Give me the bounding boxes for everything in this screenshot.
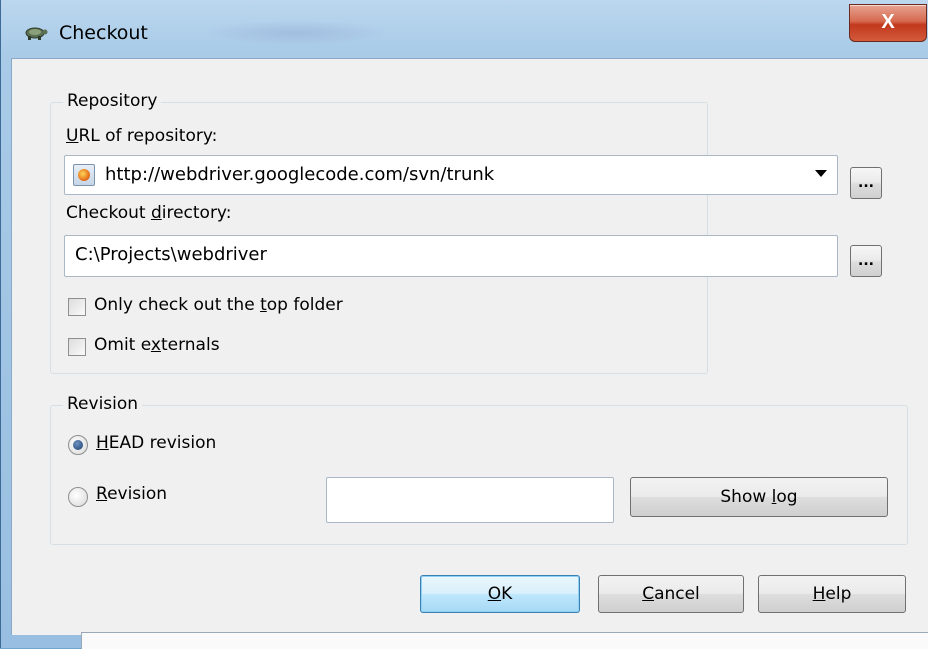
top-folder-label[interactable]: Only check out the top folder: [94, 295, 343, 315]
revision-label[interactable]: Revision: [96, 484, 167, 504]
revision-radio[interactable]: [68, 487, 88, 507]
help-button[interactable]: Help: [758, 575, 906, 613]
top-folder-checkbox[interactable]: [68, 298, 86, 316]
checkout-directory-input[interactable]: C:\Projects\webdriver: [64, 235, 838, 277]
dialog-window: Checkout X Repository URL of repository:…: [0, 0, 928, 649]
window-title: Checkout: [59, 22, 148, 44]
revision-group-title: Revision: [63, 394, 143, 414]
cancel-button[interactable]: Cancel: [598, 575, 744, 613]
revision-group: Revision: [50, 394, 908, 545]
repository-url-icon: [73, 164, 95, 186]
omit-externals-checkbox[interactable]: [68, 338, 86, 356]
head-revision-label[interactable]: HEAD revision: [96, 433, 216, 453]
url-label: URL of repository:: [66, 126, 218, 146]
ok-button[interactable]: OK: [420, 575, 580, 613]
background-window-edge: [81, 632, 928, 649]
head-revision-radio[interactable]: [68, 435, 88, 455]
revision-input[interactable]: [326, 477, 614, 523]
checkout-directory-label: Checkout directory:: [66, 203, 232, 223]
title-bar[interactable]: Checkout X: [1, 0, 928, 58]
dialog-client-area: Repository URL of repository: http://web…: [11, 58, 928, 635]
checkout-directory-value: C:\Projects\webdriver: [75, 244, 267, 265]
browse-directory-button[interactable]: ...: [850, 245, 882, 277]
dropdown-arrow-icon[interactable]: [815, 170, 827, 177]
repository-group-title: Repository: [63, 91, 162, 111]
close-button[interactable]: X: [849, 4, 927, 42]
tortoise-icon: [25, 27, 48, 40]
browse-url-button[interactable]: ...: [850, 167, 882, 199]
url-combobox[interactable]: http://webdriver.googlecode.com/svn/trun…: [64, 155, 838, 195]
title-glow: [201, 20, 391, 46]
url-value: http://webdriver.googlecode.com/svn/trun…: [105, 164, 495, 185]
show-log-button[interactable]: Show log: [630, 477, 888, 517]
omit-externals-label[interactable]: Omit externals: [94, 335, 220, 355]
